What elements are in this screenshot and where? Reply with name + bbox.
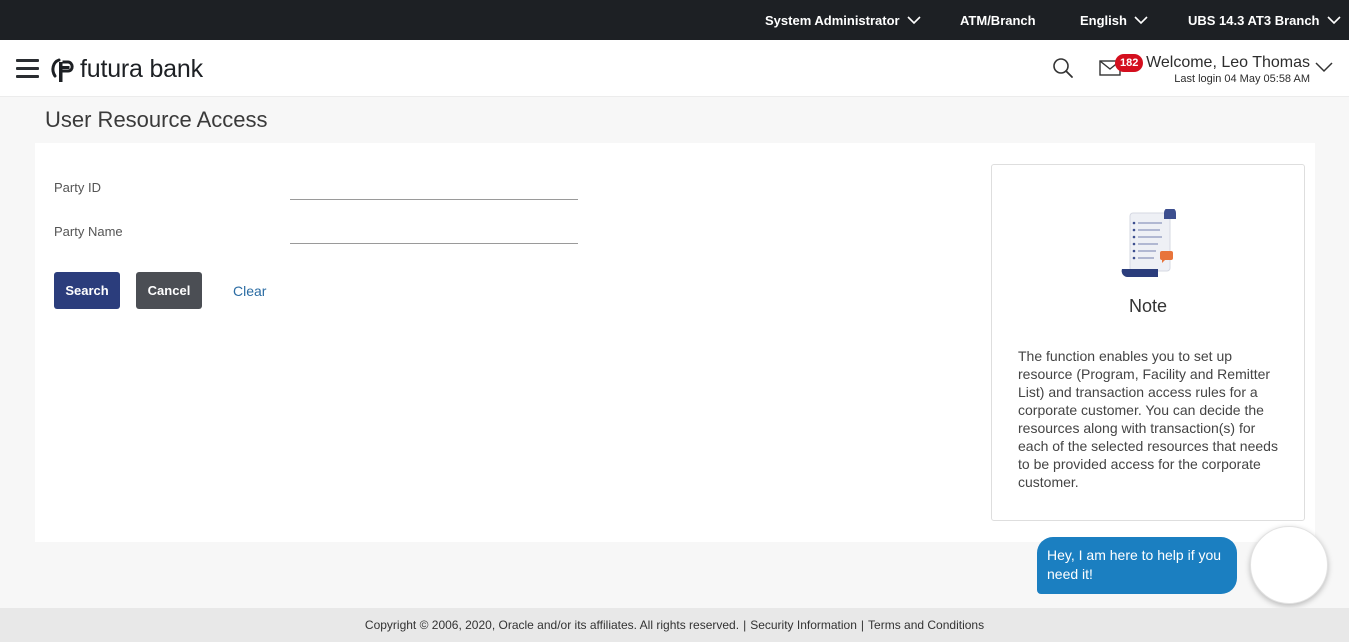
user-menu[interactable]: Welcome, Leo Thomas Last login 04 May 05… bbox=[1146, 54, 1310, 85]
footer-separator: | bbox=[860, 618, 865, 632]
branch-label: UBS 14.3 AT3 Branch bbox=[1188, 12, 1320, 28]
party-id-underline bbox=[290, 199, 578, 200]
terms-and-conditions-link[interactable]: Terms and Conditions bbox=[868, 618, 984, 632]
main-content: Party ID Party Name Search Cancel Clear … bbox=[35, 143, 1315, 542]
logo-text: futura bank bbox=[80, 55, 203, 83]
chevron-down-icon bbox=[1326, 15, 1341, 24]
role-label: System Administrator bbox=[765, 12, 900, 28]
mail-count-badge[interactable]: 182 bbox=[1115, 54, 1144, 72]
chevron-down-icon bbox=[1134, 15, 1148, 24]
party-id-label: Party ID bbox=[54, 180, 101, 195]
last-login-text: Last login 04 May 05:58 AM bbox=[1174, 73, 1310, 85]
party-id-input[interactable] bbox=[290, 173, 578, 199]
chevron-down-icon[interactable] bbox=[1315, 62, 1333, 73]
atm-branch-link[interactable]: ATM/Branch bbox=[960, 0, 1036, 40]
note-document-icon bbox=[1121, 209, 1176, 277]
search-icon[interactable] bbox=[1052, 57, 1074, 79]
cancel-button[interactable]: Cancel bbox=[136, 272, 202, 309]
footer-separator: | bbox=[743, 618, 747, 632]
chat-message-bubble[interactable]: Hey, I am here to help if you need it! bbox=[1037, 537, 1237, 594]
page-title: User Resource Access bbox=[45, 107, 268, 132]
party-name-underline bbox=[290, 243, 578, 244]
chatbot-launcher-button[interactable] bbox=[1250, 526, 1328, 604]
branch-dropdown[interactable]: UBS 14.3 AT3 Branch bbox=[1188, 0, 1341, 40]
menu-icon[interactable] bbox=[16, 59, 39, 79]
role-dropdown[interactable]: System Administrator bbox=[765, 0, 921, 40]
party-name-input[interactable] bbox=[290, 217, 578, 243]
welcome-text: Welcome, Leo Thomas bbox=[1146, 54, 1310, 71]
note-panel: Note The function enables you to set up … bbox=[991, 164, 1305, 521]
language-label: English bbox=[1080, 12, 1127, 28]
search-button[interactable]: Search bbox=[54, 272, 120, 309]
futura-logo-icon bbox=[51, 58, 74, 82]
language-dropdown[interactable]: English bbox=[1080, 0, 1148, 40]
atm-branch-label: ATM/Branch bbox=[960, 12, 1036, 28]
security-information-link[interactable]: Security Information bbox=[750, 618, 857, 632]
footer: Copyright © 2006, 2020, Oracle and/or it… bbox=[0, 608, 1349, 642]
clear-link[interactable]: Clear bbox=[233, 283, 266, 299]
top-bar: System Administrator ATM/Branch English … bbox=[0, 0, 1349, 40]
note-title: Note bbox=[1128, 296, 1168, 316]
party-name-label: Party Name bbox=[54, 224, 123, 239]
copyright-text: Copyright © 2006, 2020, Oracle and/or it… bbox=[364, 618, 740, 632]
bank-logo[interactable]: futura bank bbox=[50, 55, 203, 84]
note-text: The function enables you to set up resou… bbox=[1018, 348, 1278, 490]
chevron-down-icon bbox=[907, 15, 921, 24]
